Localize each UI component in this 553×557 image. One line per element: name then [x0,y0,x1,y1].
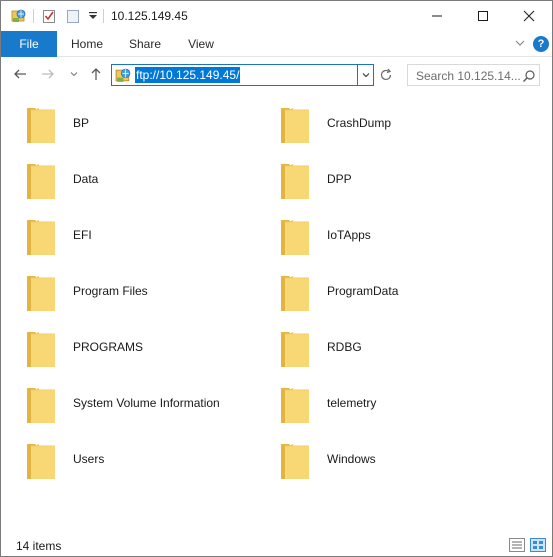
folder-item[interactable]: DPP [255,157,495,203]
folder-icon [279,217,311,257]
folder-name: Users [73,452,105,466]
forward-button[interactable] [39,65,57,83]
folder-item[interactable]: IoTApps [255,213,495,259]
title-separator [33,9,34,23]
back-arrow-icon [14,69,26,79]
search-box[interactable]: Search 10.125.14... [407,64,540,86]
folder-icon [279,161,311,201]
folder-item[interactable]: System Volume Information [1,381,241,427]
address-input[interactable]: ftp://10.125.149.45/ [135,67,241,83]
folder-name: Windows [327,452,376,466]
search-input[interactable]: Search 10.125.14... [416,69,521,83]
address-dropdown-button[interactable] [357,64,374,86]
folder-item[interactable]: BP [1,101,241,147]
customize-toolbar-icon[interactable] [85,8,101,24]
maximize-button[interactable] [460,1,506,31]
folder-icon [279,441,311,481]
recent-locations-button[interactable] [65,65,83,83]
minimize-icon [432,15,442,17]
details-view-icon [508,538,525,552]
new-folder-icon[interactable] [65,8,81,24]
navigation-bar: ftp://10.125.149.45/ Search 10.125.14... [1,57,552,91]
ftp-location-icon[interactable] [11,8,27,24]
folder-icon [25,217,57,257]
folder-icon [25,385,57,425]
folder-item[interactable]: Data [1,157,241,203]
folder-item[interactable]: Users [1,437,241,483]
refresh-button[interactable] [377,64,395,86]
folder-icon [279,105,311,145]
address-bar[interactable]: ftp://10.125.149.45/ [111,64,374,86]
folder-item[interactable]: EFI [1,213,241,259]
folder-name: BP [73,116,90,130]
folder-list: BP CrashDump Data DPP EFI IoTApps Program File… [1,93,552,533]
folder-icon [25,105,57,145]
folder-icon [25,273,57,313]
folder-name: DPP [327,172,352,186]
folder-name: IoTApps [327,228,371,242]
ribbon-tabs: File Home Share View ? [1,31,552,57]
address-dropdown-icon [362,73,369,78]
refresh-icon [380,68,392,81]
expand-ribbon-icon[interactable] [512,35,528,51]
folder-item[interactable]: telemetry [255,381,495,427]
folder-item[interactable]: Program Files [1,269,241,315]
folder-item[interactable]: ProgramData [255,269,495,315]
folder-item[interactable]: PROGRAMS [1,325,241,371]
folder-name: EFI [73,228,92,242]
status-bar: 14 items [1,534,552,556]
forward-arrow-icon [42,69,54,79]
folder-icon [279,329,311,369]
up-button[interactable] [87,65,105,83]
tab-share[interactable]: Share [121,31,169,57]
maximize-icon [478,11,488,21]
folder-name: Data [73,172,99,186]
search-icon[interactable] [521,68,537,84]
folder-icon [25,161,57,201]
folder-icon [279,385,311,425]
folder-name: System Volume Information [73,396,220,410]
tab-view[interactable]: View [177,31,225,57]
back-button[interactable] [11,65,29,83]
close-button[interactable] [506,1,552,31]
tab-file[interactable]: File [1,31,57,57]
folder-item[interactable]: Windows [255,437,495,483]
ftp-location-icon [115,67,132,84]
recent-locations-icon [70,72,78,77]
item-count: 14 items [16,539,62,553]
folder-name: ProgramData [327,284,399,298]
title-bar: 10.125.149.45 [1,1,552,31]
folder-icon [25,329,57,369]
folder-item[interactable]: RDBG [255,325,495,371]
folder-icon [25,441,57,481]
folder-name: PROGRAMS [73,340,144,354]
window-title: 10.125.149.45 [111,9,188,23]
title-separator [103,9,104,23]
large-icons-view-icon [529,538,546,552]
help-icon[interactable]: ? [533,36,549,52]
folder-name: Program Files [73,284,148,298]
folder-name: RDBG [327,340,362,354]
folder-name: telemetry [327,396,377,410]
folder-item[interactable]: CrashDump [255,101,495,147]
folder-icon [279,273,311,313]
large-icons-view-button[interactable] [529,537,546,553]
folder-name: CrashDump [327,116,392,130]
minimize-button[interactable] [414,1,460,31]
details-view-button[interactable] [508,537,525,553]
tab-home[interactable]: Home [63,31,111,57]
close-icon [523,10,535,22]
explorer-window: 10.125.149.45 File Home Share View ? ftp… [0,0,553,557]
properties-icon[interactable] [41,8,57,24]
up-arrow-icon [91,68,101,80]
